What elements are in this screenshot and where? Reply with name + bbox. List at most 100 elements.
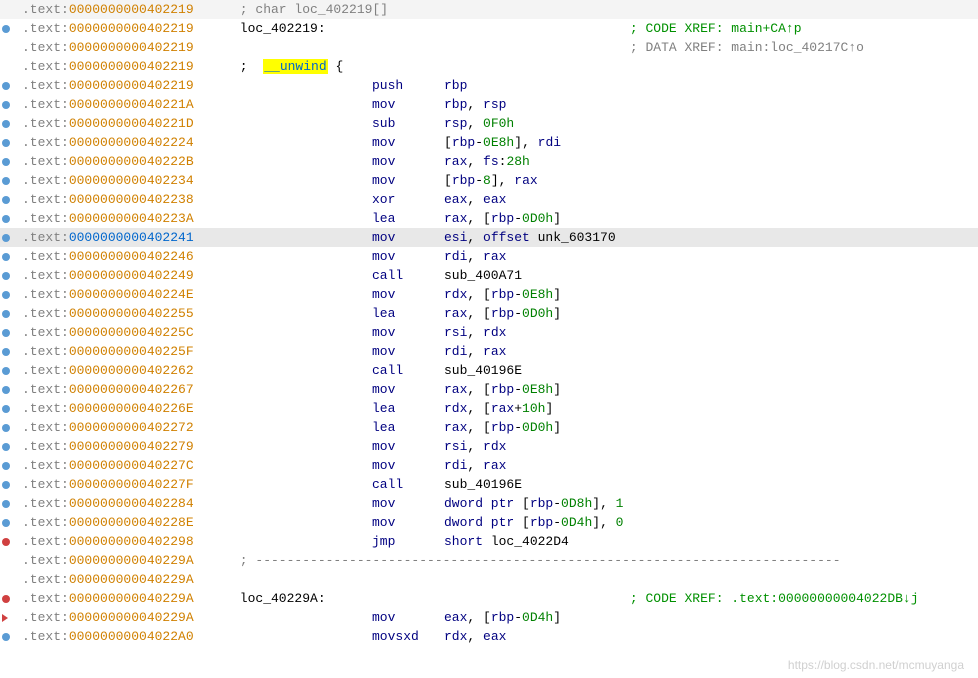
gutter: [2, 481, 22, 489]
mnemonic: mov: [372, 173, 444, 188]
disasm-line[interactable]: .text:000000000040221D subrsp, 0F0h: [0, 114, 978, 133]
disasm-line[interactable]: .text:00000000004022A0 movsxdrdx, eax: [0, 627, 978, 646]
disasm-line[interactable]: .text:0000000000402246 movrdi, rax: [0, 247, 978, 266]
gutter: [2, 443, 22, 451]
address-column: .text:0000000000402272: [22, 420, 232, 435]
disasm-line[interactable]: .text:000000000040223A learax, [rbp-0D0h…: [0, 209, 978, 228]
disasm-line[interactable]: .text:0000000000402262 callsub_40196E: [0, 361, 978, 380]
mnemonic: lea: [372, 211, 444, 226]
operands: rsp, 0F0h: [444, 116, 514, 131]
disasm-line[interactable]: .text:0000000000402241 movesi, offset un…: [0, 228, 978, 247]
mnemonic: xor: [372, 192, 444, 207]
operands: sub_40196E: [444, 477, 522, 492]
breakpoint-dot-icon: [2, 82, 10, 90]
address-column: .text:000000000040229A: [22, 553, 232, 568]
disasm-line[interactable]: .text:0000000000402298 jmpshort loc_4022…: [0, 532, 978, 551]
breakpoint-dot-icon: [2, 424, 10, 432]
operands: rbp, rsp: [444, 97, 506, 112]
disasm-line[interactable]: .text:000000000040227C movrdi, rax: [0, 456, 978, 475]
gutter: [2, 424, 22, 432]
gutter: [2, 253, 22, 261]
disasm-line[interactable]: .text:0000000000402224 mov[rbp-0E8h], rd…: [0, 133, 978, 152]
operands: esi, offset unk_603170: [444, 230, 616, 245]
gutter: [2, 196, 22, 204]
breakpoint-dot-icon: [2, 158, 10, 166]
gutter: [2, 101, 22, 109]
disasm-line[interactable]: .text:0000000000402234 mov[rbp-8], rax: [0, 171, 978, 190]
disasm-line[interactable]: .text:0000000000402238 xoreax, eax: [0, 190, 978, 209]
address-column: .text:0000000000402298: [22, 534, 232, 549]
operands: [rbp-8], rax: [444, 173, 538, 188]
disasm-line[interactable]: .text:000000000040229A: [0, 570, 978, 589]
gutter: [2, 386, 22, 394]
disasm-line[interactable]: .text:000000000040225F movrdi, rax: [0, 342, 978, 361]
mnemonic: mov: [372, 249, 444, 264]
gutter: [2, 405, 22, 413]
breakpoint-dot-icon: [2, 253, 10, 261]
watermark-text: https://blog.csdn.net/mcmuyanga: [788, 658, 964, 672]
address-column: .text:0000000000402219: [22, 59, 232, 74]
mnemonic: lea: [372, 306, 444, 321]
xref-arrow-icon: ↓j: [903, 591, 919, 606]
operands: rax, [rbp-0D0h]: [444, 420, 561, 435]
operands: dword ptr [rbp-0D4h], 0: [444, 515, 623, 530]
operands: rax, [rbp-0E8h]: [444, 382, 561, 397]
gutter: [2, 633, 22, 641]
disasm-line[interactable]: .text:000000000040221A movrbp, rsp: [0, 95, 978, 114]
disasm-line[interactable]: .text:0000000000402219 ; DATA XREF: main…: [0, 38, 978, 57]
breakpoint-dot-icon: [2, 215, 10, 223]
gutter: [2, 177, 22, 185]
xref-comment: ; CODE XREF: .text:00000000004022DB: [630, 591, 903, 606]
disasm-line[interactable]: .text:000000000040227F callsub_40196E: [0, 475, 978, 494]
address-column: .text:000000000040229A: [22, 591, 232, 606]
address-column: .text:0000000000402219: [22, 21, 232, 36]
disasm-line[interactable]: .text:0000000000402219 ; char loc_402219…: [0, 0, 978, 19]
disasm-line[interactable]: .text:000000000040224E movrdx, [rbp-0E8h…: [0, 285, 978, 304]
disasm-line[interactable]: .text:0000000000402219 ; __unwind {: [0, 57, 978, 76]
breakpoint-dot-icon: [2, 462, 10, 470]
mnemonic: mov: [372, 135, 444, 150]
breakpoint-dot-icon: [2, 519, 10, 527]
gutter: [2, 82, 22, 90]
address-column: .text:0000000000402279: [22, 439, 232, 454]
breakpoint-dot-icon: [2, 196, 10, 204]
mnemonic: mov: [372, 344, 444, 359]
operands: dword ptr [rbp-0D8h], 1: [444, 496, 623, 511]
disasm-line[interactable]: .text:0000000000402249 callsub_400A71: [0, 266, 978, 285]
disasm-line[interactable]: .text:000000000040229A loc_40229A: ; COD…: [0, 589, 978, 608]
disasm-line[interactable]: .text:0000000000402267 movrax, [rbp-0E8h…: [0, 380, 978, 399]
disasm-line[interactable]: .text:0000000000402219 loc_402219: ; COD…: [0, 19, 978, 38]
gutter: [2, 25, 22, 33]
address-column: .text:000000000040222B: [22, 154, 232, 169]
disasm-line[interactable]: .text:000000000040229A moveax, [rbp-0D4h…: [0, 608, 978, 627]
disasm-line[interactable]: .text:0000000000402284 movdword ptr [rbp…: [0, 494, 978, 513]
mnemonic: mov: [372, 458, 444, 473]
disasm-line[interactable]: .text:000000000040225C movrsi, rdx: [0, 323, 978, 342]
xref-arrow-icon: ↑p: [786, 21, 802, 36]
disasm-line[interactable]: .text:000000000040229A ; ---------------…: [0, 551, 978, 570]
gutter: [2, 614, 22, 622]
gutter: [2, 215, 22, 223]
gutter: [2, 538, 22, 546]
breakpoint-dot-icon: [2, 633, 10, 641]
operands: rsi, rdx: [444, 439, 506, 454]
disasm-line[interactable]: .text:0000000000402219 pushrbp: [0, 76, 978, 95]
operands: sub_40196E: [444, 363, 522, 378]
disasm-line[interactable]: .text:000000000040222B movrax, fs:28h: [0, 152, 978, 171]
mnemonic: mov: [372, 230, 444, 245]
operands: rdi, rax: [444, 458, 506, 473]
operands: rdx, [rbp-0E8h]: [444, 287, 561, 302]
disasm-line[interactable]: .text:0000000000402255 learax, [rbp-0D0h…: [0, 304, 978, 323]
mnemonic: mov: [372, 610, 444, 625]
disasm-line[interactable]: .text:000000000040226E leardx, [rax+10h]: [0, 399, 978, 418]
disasm-line[interactable]: .text:000000000040228E movdword ptr [rbp…: [0, 513, 978, 532]
disassembly-listing[interactable]: .text:0000000000402219 ; char loc_402219…: [0, 0, 978, 646]
operands: rax, [rbp-0D0h]: [444, 211, 561, 226]
mnemonic: call: [372, 363, 444, 378]
address-column: .text:000000000040223A: [22, 211, 232, 226]
disasm-line[interactable]: .text:0000000000402279 movrsi, rdx: [0, 437, 978, 456]
mnemonic: call: [372, 477, 444, 492]
mnemonic: push: [372, 78, 444, 93]
disasm-line[interactable]: .text:0000000000402272 learax, [rbp-0D0h…: [0, 418, 978, 437]
mnemonic: mov: [372, 97, 444, 112]
